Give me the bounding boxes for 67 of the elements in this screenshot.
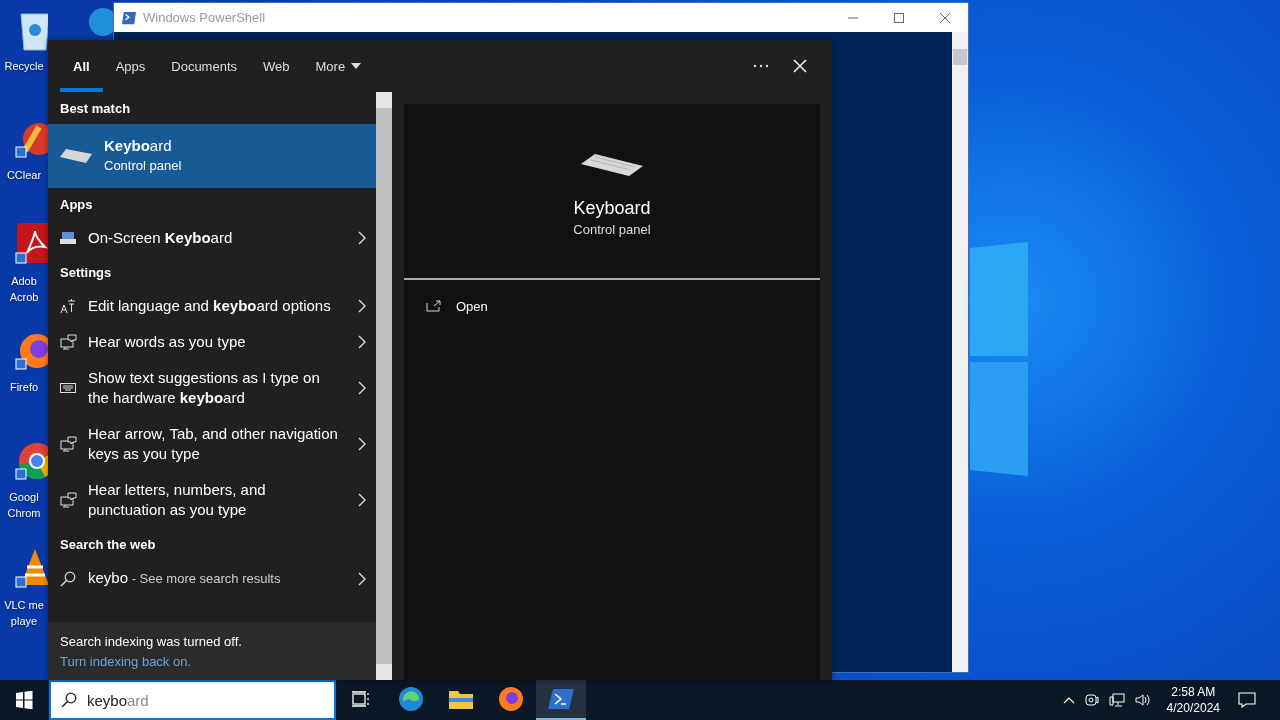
desktop-icon-label[interactable]: Googl Chrom (0, 489, 47, 521)
narrator-icon (60, 492, 78, 508)
search-icon (60, 570, 76, 587)
notification-icon[interactable] (1238, 692, 1256, 708)
tab[interactable]: Documents (158, 40, 250, 92)
result-item[interactable]: Keyboard Control panel (48, 124, 376, 188)
section-header: Apps (59, 195, 94, 214)
desktop-icon-label[interactable]: Adob Acrob (0, 273, 47, 305)
keyboard-icon (60, 383, 76, 393)
chevron-right-icon[interactable] (358, 231, 366, 245)
result-item[interactable]: Hear words as you type (48, 324, 376, 360)
camera-icon[interactable] (1084, 693, 1099, 707)
indexing-link[interactable]: Turn indexing back on. (60, 652, 192, 672)
chevron-right-icon[interactable] (358, 299, 366, 313)
result-item[interactable]: Show text suggestions as I type on the hardware keyboard (48, 360, 376, 416)
section-header: Settings (59, 263, 113, 282)
result-item[interactable]: keybo - See more search results (48, 560, 376, 597)
task-view-icon[interactable] (351, 689, 371, 709)
result-item[interactable]: Hear letters, numbers, and punctuation as you type (48, 472, 376, 528)
desktop-icon-label[interactable]: CClear (0, 167, 47, 183)
chevron-right-icon[interactable] (358, 493, 366, 507)
desktop-icon-label[interactable]: Firefo (0, 379, 47, 395)
chevron-right-icon[interactable] (358, 571, 366, 586)
browser-icon[interactable] (498, 686, 524, 712)
scrollbar[interactable] (952, 32, 968, 672)
chevron-right-icon[interactable] (358, 381, 366, 395)
powershell-icon (121, 10, 137, 25)
narrator-icon (60, 334, 78, 350)
open-action[interactable]: Open (426, 298, 488, 314)
language-icon (60, 298, 76, 314)
keyboard-icon (60, 149, 92, 163)
section-header: Best match (59, 99, 132, 118)
tab[interactable]: Apps (102, 40, 159, 92)
browser-icon[interactable] (398, 686, 424, 712)
shortcut-icon[interactable] (15, 547, 48, 591)
tab[interactable]: More (302, 40, 375, 92)
chevron-right-icon[interactable] (358, 335, 366, 349)
clock-time[interactable]: 2:58 AM (1171, 684, 1216, 700)
window-title: Windows PowerShell (143, 10, 266, 25)
chevron-right-icon[interactable] (358, 437, 366, 451)
narrator-icon (60, 436, 78, 452)
network-icon[interactable] (1108, 693, 1125, 707)
close-icon[interactable] (793, 59, 807, 73)
scrollbar[interactable] (376, 92, 392, 680)
clock-date[interactable]: 4/20/2024 (1166, 700, 1220, 716)
result-item[interactable]: Edit language and keyboard options (48, 288, 376, 324)
search-icon (61, 692, 77, 708)
section-header: Search the web (59, 535, 157, 554)
shortcut-icon[interactable] (15, 223, 48, 267)
keyboard-app-icon (60, 231, 76, 245)
external-link-icon (426, 300, 442, 312)
preview-title: Keyboard (573, 197, 651, 220)
tab[interactable]: Web (250, 40, 303, 92)
status-message: Search indexing was turned off. (60, 633, 243, 651)
keyboard-icon (581, 154, 643, 176)
chevron-up-icon[interactable] (1062, 696, 1075, 704)
folder-icon[interactable] (448, 688, 474, 710)
desktop-icon-label[interactable]: Recycle (0, 58, 47, 74)
terminal-taskbar-button[interactable] (536, 680, 586, 720)
volume-icon[interactable] (1134, 693, 1151, 707)
terminal-icon[interactable] (548, 688, 574, 710)
tab[interactable]: All (60, 40, 103, 92)
desktop-icon-label[interactable]: VLC me playe (0, 597, 47, 629)
preview-subtitle: Control panel (573, 221, 651, 239)
search-field[interactable]: keyboard (49, 680, 336, 720)
result-item[interactable]: On-Screen Keyboard (48, 220, 376, 256)
result-item[interactable]: Hear arrow, Tab, and other navigation keys as you type (48, 416, 376, 472)
